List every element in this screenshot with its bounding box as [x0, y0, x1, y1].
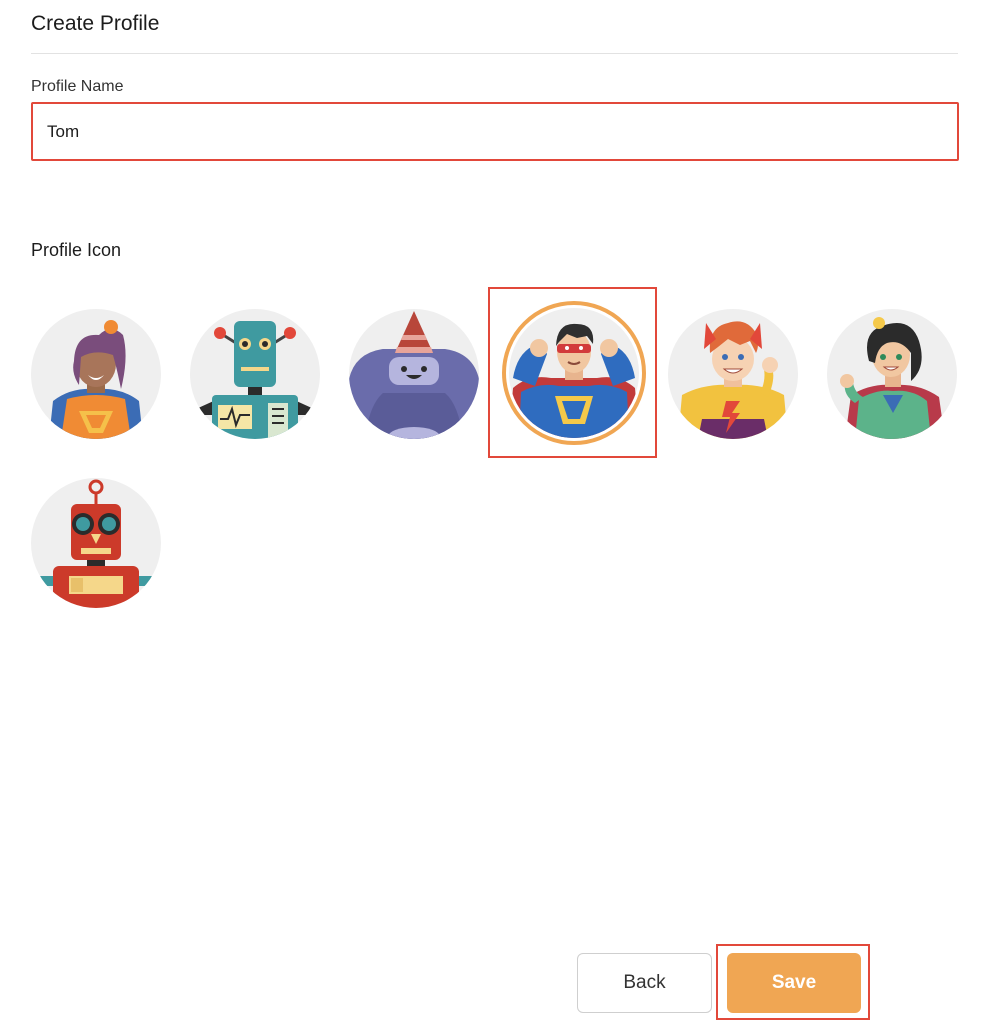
teal-robot-svg	[190, 309, 320, 439]
profile-name-input[interactable]	[31, 102, 959, 161]
page-title: Create Profile	[31, 12, 160, 35]
save-button[interactable]: Save	[727, 953, 861, 1013]
create-profile-page: Create Profile Profile Name Profile Icon	[0, 0, 1001, 1024]
hero-girl-green-svg	[827, 309, 957, 439]
profile-icon-label: Profile Icon	[31, 240, 122, 260]
back-button[interactable]: Back	[577, 953, 712, 1013]
red-robot-svg	[31, 478, 161, 608]
purple-monster-svg	[349, 309, 479, 439]
selected-avatar-highlight	[488, 287, 657, 458]
hero-girl-ponytail-svg	[31, 309, 161, 439]
avatar-redhead-hero-boy-icon[interactable]	[668, 309, 798, 439]
avatar-hero-girl-ponytail-icon[interactable]	[31, 309, 161, 439]
avatar-hero-girl-green-icon[interactable]	[827, 309, 957, 439]
profile-name-label: Profile Name	[31, 78, 124, 95]
avatar-red-robot-icon[interactable]	[31, 478, 161, 608]
avatar-purple-monster-icon[interactable]	[349, 309, 479, 439]
avatar-teal-robot-icon[interactable]	[190, 309, 320, 439]
redhead-hero-boy-svg	[668, 309, 798, 439]
title-divider	[31, 53, 958, 54]
